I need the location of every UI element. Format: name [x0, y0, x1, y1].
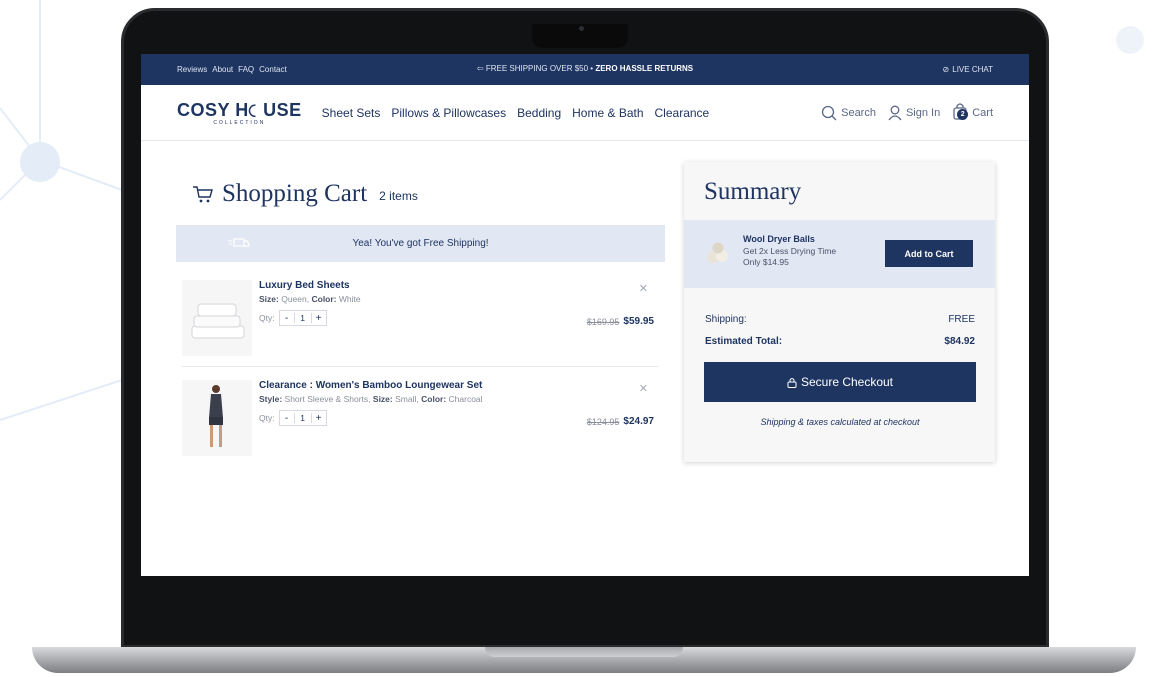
qty-label: Qty:	[259, 313, 275, 323]
original-price: $124.95	[586, 416, 620, 427]
nav-clearance[interactable]: Clearance	[655, 106, 710, 120]
product-image-bed-sheets[interactable]	[182, 280, 252, 356]
site-header: COSY H◡USE COLLECTION Sheet Sets Pillows…	[141, 85, 1029, 141]
logo-subtitle: COLLECTION	[213, 119, 266, 126]
secure-checkout-button[interactable]: Secure Checkout	[704, 362, 976, 402]
remove-item-button[interactable]: ✕	[639, 382, 648, 395]
item-attributes: Size: Queen, Color: White	[259, 294, 361, 304]
promo-text: FREE SHIPPING OVER $50 •	[485, 64, 594, 73]
item-name[interactable]: Luxury Bed Sheets	[259, 280, 350, 291]
free-shipping-banner: Yea! You've got Free Shipping!	[176, 225, 665, 262]
sign-in-label: Sign In	[905, 106, 941, 119]
lock-icon	[787, 377, 797, 388]
quantity-control: Qty: - 1 +	[259, 310, 327, 326]
qty-decrease-button[interactable]: -	[280, 413, 294, 424]
cart-item-count: 2 items	[379, 189, 418, 203]
shipping-value: FREE	[948, 314, 975, 325]
cart-heading: Shopping Cart	[222, 180, 368, 207]
logo-wordmark: COSY H◡USE	[177, 99, 302, 120]
user-icon	[888, 105, 902, 120]
qty-label: Qty:	[259, 413, 275, 423]
cart-label: Cart	[972, 106, 993, 119]
browser-screen: Reviews About FAQ Contact ⇦ FREE SHIPPIN…	[141, 54, 1029, 576]
camera-icon	[579, 26, 584, 31]
remove-item-button[interactable]: ✕	[639, 282, 648, 295]
nav-sheet-sets[interactable]: Sheet Sets	[322, 106, 381, 120]
item-price: $169.95 $59.95	[587, 316, 654, 327]
shipping-row: Shipping: FREE	[705, 314, 975, 325]
qty-increase-button[interactable]: +	[312, 413, 326, 424]
upsell-product-name[interactable]: Wool Dryer Balls	[743, 234, 815, 244]
top-announcement-bar: Reviews About FAQ Contact ⇦ FREE SHIPPIN…	[141, 54, 1029, 85]
sale-price: $59.95	[623, 316, 654, 327]
product-image-loungewear[interactable]	[182, 380, 252, 456]
estimated-total-row: Estimated Total: $84.92	[705, 336, 975, 347]
quantity-control: Qty: - 1 +	[259, 410, 327, 426]
checkout-note: Shipping & taxes calculated at checkout	[760, 417, 920, 427]
nav-home-bath[interactable]: Home & Bath	[572, 106, 643, 120]
shopping-cart-icon	[193, 186, 213, 203]
dryer-balls-image[interactable]	[706, 242, 730, 264]
truck-icon: ⇦	[476, 64, 484, 73]
cart-item: Clearance : Women's Bamboo Loungewear Se…	[182, 380, 658, 460]
page-title: Shopping Cart 2 items	[192, 180, 418, 208]
order-summary-panel: Summary Wool Dryer Balls Get 2x Less Dry…	[684, 162, 995, 462]
truck-sparkle-icon	[228, 238, 250, 247]
laptop-opening-notch	[485, 647, 683, 657]
site-logo[interactable]: COSY H◡USE COLLECTION	[177, 100, 302, 126]
promo-bold-text: ZERO HASSLE RETURNS	[595, 64, 694, 73]
item-price: $124.95 $24.97	[587, 416, 654, 427]
item-attributes: Style: Short Sleeve & Shorts, Size: Smal…	[259, 394, 483, 404]
total-value: $84.92	[944, 336, 975, 347]
search-button[interactable]: Search	[821, 105, 876, 121]
qty-value-input[interactable]: 1	[293, 413, 312, 423]
search-icon	[821, 105, 837, 120]
item-name[interactable]: Clearance : Women's Bamboo Loungewear Se…	[259, 380, 482, 391]
original-price: $169.95	[586, 316, 620, 327]
cart-icon-wrap: 2	[952, 102, 969, 123]
item-divider	[182, 366, 658, 367]
qty-increase-button[interactable]: +	[312, 313, 326, 324]
folded-sheets-image	[191, 303, 245, 339]
checkout-label: Secure Checkout	[800, 375, 894, 389]
add-to-cart-button[interactable]: Add to Cart	[885, 240, 973, 267]
upsell-offer: Wool Dryer Balls Get 2x Less Drying Time…	[684, 220, 995, 288]
total-label: Estimated Total:	[705, 336, 783, 347]
summary-heading: Summary	[704, 178, 802, 205]
quantity-stepper: - 1 +	[278, 410, 327, 426]
main-nav: Sheet Sets Pillows & Pillowcases Bedding…	[322, 106, 710, 120]
sale-price: $24.97	[623, 416, 654, 427]
shipping-label: Shipping:	[705, 314, 747, 325]
qty-decrease-button[interactable]: -	[280, 313, 294, 324]
model-loungewear-image	[209, 385, 223, 447]
quantity-stepper: - 1 +	[278, 310, 327, 326]
header-actions: Search Sign In 2 Cart	[821, 102, 993, 123]
shipping-promo: ⇦ FREE SHIPPING OVER $50 • ZERO HASSLE R…	[141, 64, 1029, 73]
free-shipping-text: Yea! You've got Free Shipping!	[352, 238, 489, 249]
cart-item: Luxury Bed Sheets Size: Queen, Color: Wh…	[182, 280, 658, 360]
nav-bedding[interactable]: Bedding	[517, 106, 561, 120]
upsell-description: Get 2x Less Drying Time Only $14.95	[743, 246, 837, 267]
nav-pillows[interactable]: Pillows & Pillowcases	[391, 106, 506, 120]
search-label: Search	[841, 106, 876, 119]
qty-value-input[interactable]: 1	[293, 313, 312, 323]
sign-in-button[interactable]: Sign In	[888, 105, 940, 121]
cart-button[interactable]: 2 Cart	[952, 102, 993, 123]
